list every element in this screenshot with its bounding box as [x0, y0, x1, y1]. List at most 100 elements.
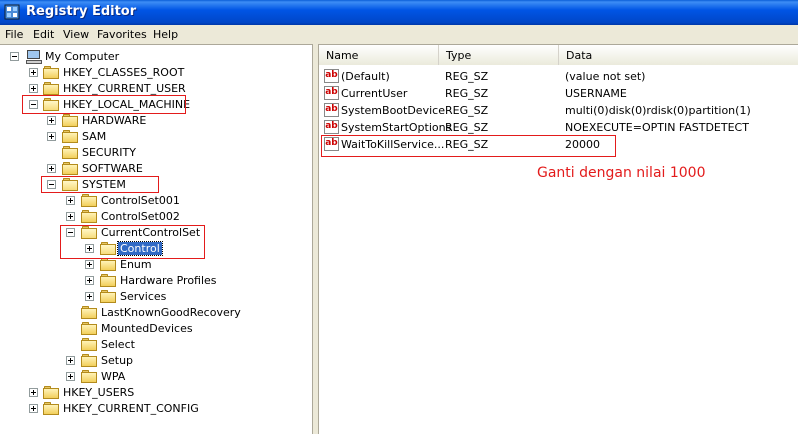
tree-item-software[interactable]: SOFTWARE: [0, 161, 312, 177]
value-list-pane[interactable]: Name Type Data ab (Default) REG_SZ (valu…: [318, 44, 798, 434]
tree-item-hkcr[interactable]: HKEY_CLASSES_ROOT: [0, 65, 312, 81]
expand-icon[interactable]: [66, 372, 75, 381]
folder-icon: [43, 402, 59, 415]
value-name: (Default): [341, 70, 390, 83]
column-header-type[interactable]: Type: [439, 45, 559, 65]
reg-sz-icon: ab: [324, 69, 339, 83]
menu-favorites[interactable]: Favorites: [97, 28, 147, 41]
tree-label: HKEY_CURRENT_USER: [63, 82, 186, 95]
list-item[interactable]: ab SystemBootDevice REG_SZ multi(0)disk(…: [319, 102, 798, 119]
expand-icon[interactable]: [66, 356, 75, 365]
tree-item-mounteddevices[interactable]: MountedDevices: [0, 321, 312, 337]
collapse-icon[interactable]: [10, 52, 19, 61]
folder-icon: [100, 290, 116, 303]
expand-icon[interactable]: [47, 132, 56, 141]
tree-item-wpa[interactable]: WPA: [0, 369, 312, 385]
tree-label: Services: [120, 290, 167, 303]
tree-item-controlset001[interactable]: ControlSet001: [0, 193, 312, 209]
folder-icon: [81, 322, 97, 335]
key-tree-pane[interactable]: My Computer HKEY_CLASSES_ROOT HKEY_CURRE…: [0, 44, 313, 434]
highlight-box-waittokill: [321, 135, 616, 157]
column-header-name[interactable]: Name: [319, 45, 439, 65]
menu-edit[interactable]: Edit: [33, 28, 54, 41]
value-type: REG_SZ: [445, 104, 489, 117]
folder-icon: [43, 82, 59, 95]
folder-icon: [62, 130, 78, 143]
expand-icon[interactable]: [66, 212, 75, 221]
tree-item-hardware-profiles[interactable]: Hardware Profiles: [0, 273, 312, 289]
tree-item-hkcc[interactable]: HKEY_CURRENT_CONFIG: [0, 401, 312, 417]
value-data: (value not set): [565, 70, 646, 83]
tree-label: Select: [101, 338, 135, 351]
list-item[interactable]: ab CurrentUser REG_SZ USERNAME: [319, 85, 798, 102]
expand-icon[interactable]: [85, 276, 94, 285]
list-header: Name Type Data: [319, 45, 798, 65]
tree-item-controlset002[interactable]: ControlSet002: [0, 209, 312, 225]
expand-icon[interactable]: [29, 388, 38, 397]
expand-icon[interactable]: [47, 164, 56, 173]
expand-icon[interactable]: [85, 260, 94, 269]
computer-icon: [26, 50, 42, 64]
tree-label: WPA: [101, 370, 126, 383]
menu-help[interactable]: Help: [153, 28, 178, 41]
tree-item-setup[interactable]: Setup: [0, 353, 312, 369]
expand-icon[interactable]: [85, 292, 94, 301]
tree-item-enum[interactable]: Enum: [0, 257, 312, 273]
tree-label: Enum: [120, 258, 152, 271]
value-data: NOEXECUTE=OPTIN FASTDETECT: [565, 121, 749, 134]
value-data: USERNAME: [565, 87, 627, 100]
tree-item-sam[interactable]: SAM: [0, 129, 312, 145]
registry-editor-icon: [4, 4, 20, 20]
tree-item-select[interactable]: Select: [0, 337, 312, 353]
folder-icon: [81, 194, 97, 207]
tree-label: HKEY_USERS: [63, 386, 135, 399]
folder-icon: [62, 162, 78, 175]
column-header-data[interactable]: Data: [559, 45, 798, 65]
tree-label: MountedDevices: [101, 322, 193, 335]
tree-label: Hardware Profiles: [120, 274, 217, 287]
highlight-box-hklm: [22, 95, 186, 114]
tree-label: ControlSet002: [101, 210, 180, 223]
folder-icon: [81, 370, 97, 383]
menu-view[interactable]: View: [63, 28, 89, 41]
value-name: SystemBootDevice: [341, 104, 445, 117]
folder-icon: [43, 66, 59, 79]
expand-icon[interactable]: [29, 84, 38, 93]
value-name: SystemStartOptions: [341, 121, 452, 134]
value-data: multi(0)disk(0)rdisk(0)partition(1): [565, 104, 751, 117]
folder-icon: [100, 274, 116, 287]
annotation-text: Ganti dengan nilai 1000: [537, 165, 706, 181]
reg-sz-icon: ab: [324, 103, 339, 117]
tree-item-my-computer[interactable]: My Computer: [0, 49, 312, 65]
tree-item-hardware[interactable]: HARDWARE: [0, 113, 312, 129]
tree-item-hku[interactable]: HKEY_USERS: [0, 385, 312, 401]
value-type: REG_SZ: [445, 70, 489, 83]
menu-bar: File Edit View Favorites Help: [0, 25, 798, 44]
expand-icon[interactable]: [29, 404, 38, 413]
tree-label: SECURITY: [82, 146, 136, 159]
tree-item-lastknowngoodrecovery[interactable]: LastKnownGoodRecovery: [0, 305, 312, 321]
list-item[interactable]: ab (Default) REG_SZ (value not set): [319, 68, 798, 85]
expand-icon[interactable]: [47, 116, 56, 125]
tree-label: Setup: [101, 354, 134, 367]
expand-icon[interactable]: [29, 68, 38, 77]
title-bar[interactable]: Registry Editor: [0, 0, 798, 25]
tree-label: LastKnownGoodRecovery: [101, 306, 241, 319]
tree-label: HKEY_CLASSES_ROOT: [63, 66, 185, 79]
menu-file[interactable]: File: [5, 28, 23, 41]
tree-label: SOFTWARE: [82, 162, 143, 175]
folder-icon: [62, 114, 78, 127]
highlight-box-control: [60, 225, 205, 259]
tree-label: HARDWARE: [82, 114, 147, 127]
value-type: REG_SZ: [445, 121, 489, 134]
tree-item-services[interactable]: Services: [0, 289, 312, 305]
folder-icon: [81, 354, 97, 367]
tree-label: SAM: [82, 130, 107, 143]
expand-icon[interactable]: [66, 196, 75, 205]
window-title: Registry Editor: [26, 4, 137, 19]
value-name: CurrentUser: [341, 87, 408, 100]
list-item[interactable]: ab SystemStartOptions REG_SZ NOEXECUTE=O…: [319, 119, 798, 136]
folder-icon: [81, 306, 97, 319]
folder-icon: [43, 386, 59, 399]
tree-item-security[interactable]: SECURITY: [0, 145, 312, 161]
